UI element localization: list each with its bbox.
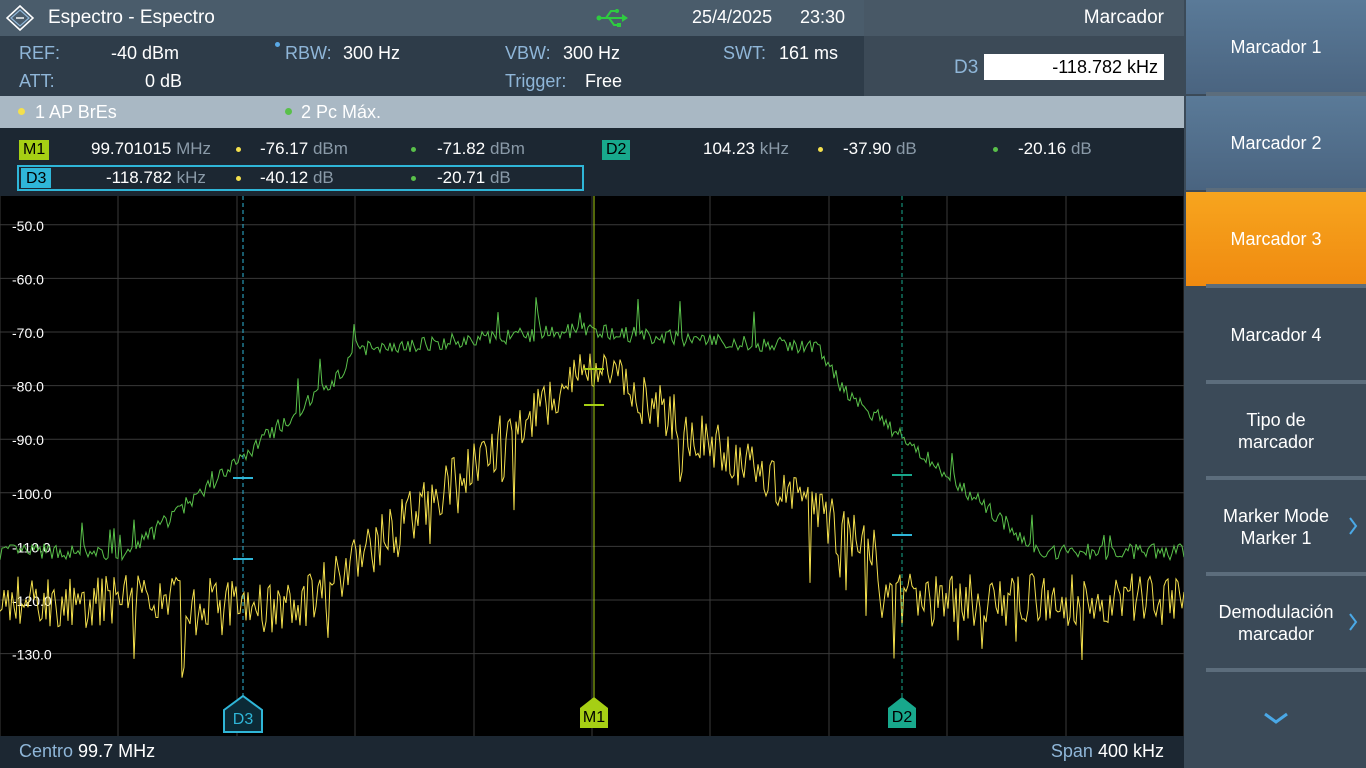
vbw-label: VBW: <box>505 43 551 63</box>
menu-title: Marcador <box>864 0 1184 36</box>
y-tick-label: -60.0 <box>12 271 44 287</box>
d2-marker-tag[interactable]: D2 <box>888 697 916 728</box>
m1-marker-tag[interactable]: M1 <box>580 697 608 728</box>
softkey-label: Tipo de marcador <box>1237 410 1315 452</box>
y-axis-ticks: -50.0-60.0-70.0-80.0-90.0-100.0-110.0-12… <box>12 218 52 663</box>
d2-trace1-dot <box>818 147 823 152</box>
trigger-value[interactable]: Free <box>585 71 622 92</box>
softkey-label: Marcador 1 <box>1230 37 1322 57</box>
rbw-coupled-indicator <box>275 42 280 47</box>
softkey-marker-mode[interactable]: Marker Mode Marker 1 <box>1186 480 1366 576</box>
m1-trace1-dot <box>236 147 241 152</box>
d2-freq: 104.23 kHz <box>703 139 790 158</box>
y-tick-label: -90.0 <box>12 432 44 448</box>
d2-tag-label: D2 <box>892 709 913 726</box>
trace-bar[interactable]: 1 AP BrEs 2 Pc Máx. <box>0 96 1184 128</box>
d2-trace1-value: -37.90 dB <box>843 139 917 158</box>
m1-badge[interactable]: M1 <box>19 140 50 160</box>
d3-trace2-dot <box>411 176 416 181</box>
date-display: 25/4/2025 <box>692 7 773 27</box>
softkey-label: Marcador 4 <box>1230 325 1322 345</box>
att-value[interactable]: 0 dB <box>145 71 182 92</box>
spectrum-plot[interactable]: -50.0 -60.0 -70.0 -80.0 -90.0 -100.0 -110.0 -12… <box>0 196 1184 736</box>
span-value[interactable]: Span 400 kHz <box>1051 741 1164 762</box>
d2-badge[interactable]: D2 <box>602 140 631 160</box>
center-frequency[interactable]: Centro 99.7 MHz <box>19 741 155 762</box>
d2-trace2-dot <box>993 147 998 152</box>
y-tick-label: -80.0 <box>12 379 44 395</box>
trace1-label[interactable]: 1 AP BrEs <box>35 102 117 123</box>
swt-label: SWT: <box>723 43 766 63</box>
ref-value[interactable]: -40 dBm <box>111 43 179 64</box>
trace2-label[interactable]: 2 Pc Máx. <box>301 102 381 123</box>
m1-trace2-dot <box>411 147 416 152</box>
att-label: ATT: <box>19 71 55 91</box>
rbw-label: RBW: <box>285 43 332 63</box>
delta-entry-panel: D3 -118.782 kHz <box>864 36 1184 96</box>
y-tick-label: -120.0 <box>12 593 52 609</box>
app-title: Espectro - Espectro <box>48 7 215 28</box>
softkey-label: Marker Mode Marker 1 <box>1222 506 1330 548</box>
y-tick-label: -100.0 <box>12 486 52 502</box>
softkey-label: Marcador 3 <box>1230 229 1322 249</box>
ref-label: REF: <box>19 43 61 63</box>
rbw-value[interactable]: 300 Hz <box>343 43 400 64</box>
title-bar: Espectro - Espectro 25/4/2025 23:30 Marc… <box>0 0 1184 36</box>
softkey-label: Marcador 2 <box>1230 133 1322 153</box>
y-tick-label: -50.0 <box>12 218 44 234</box>
m1-trace2-value: -71.82 dBm <box>437 139 525 158</box>
swt-value[interactable]: 161 ms <box>779 43 838 64</box>
m1-freq: 99.701015 MHz <box>91 139 212 158</box>
softkey-tipo-marcador[interactable]: Tipo de marcador <box>1186 384 1366 480</box>
trace2-color-dot <box>285 108 292 115</box>
chevron-right-icon <box>1349 517 1358 535</box>
bottom-bar: Centro 99.7 MHz Span 400 kHz <box>0 736 1184 768</box>
d3-freq: -118.782 kHz <box>106 168 206 187</box>
softkey-demodulacion-marcador[interactable]: Demodulación marcador <box>1186 576 1366 672</box>
softkey-marcador-3[interactable]: Marcador 3 <box>1186 192 1366 288</box>
settings-panel[interactable]: REF: -40 dBm ATT: 0 dB RBW: 300 Hz VBW: … <box>0 36 864 96</box>
softkey-panel: Marcador 1 Marcador 2 Marcador 3 Marcado… <box>1184 0 1366 768</box>
app-logo-icon <box>6 5 34 31</box>
trace1-color-dot <box>18 108 25 115</box>
y-tick-label: -70.0 <box>12 325 44 341</box>
softkey-marcador-4[interactable]: Marcador 4 <box>1186 288 1366 384</box>
delta-input-label: D3 <box>954 57 979 78</box>
menu-title-label: Marcador <box>1083 7 1164 28</box>
marker-table: M1 99.701015 MHz -76.17 dBm -71.82 dBm D… <box>0 128 1184 196</box>
m1-tag-label: M1 <box>583 709 605 726</box>
d3-marker-tag[interactable]: D3 <box>223 694 263 733</box>
d2-trace2-value: -20.16 dB <box>1018 139 1092 158</box>
softkey-marcador-2[interactable]: Marcador 2 <box>1186 96 1366 192</box>
plot-grid <box>0 196 1184 736</box>
delta-value-input[interactable]: -118.782 kHz <box>984 54 1164 80</box>
softkey-marcador-1[interactable]: Marcador 1 <box>1186 0 1366 96</box>
d3-trace2-value: -20.71 dB <box>437 168 511 187</box>
softkey-label: Demodulación marcador <box>1218 602 1334 644</box>
d3-trace1-dot <box>236 176 241 181</box>
usb-icon <box>596 9 628 27</box>
trigger-label: Trigger: <box>505 71 567 91</box>
time-display: 23:30 <box>800 7 846 27</box>
y-tick-label: -130.0 <box>12 647 52 663</box>
d3-trace1-value: -40.12 dB <box>260 168 334 187</box>
spectrum-display[interactable]: -50.0-60.0-70.0-80.0-90.0-100.0-110.0-12… <box>0 196 1184 736</box>
d3-tag-label: D3 <box>233 711 254 728</box>
chevron-right-icon <box>1349 613 1358 631</box>
chevron-down-icon[interactable] <box>1262 710 1290 726</box>
vbw-value[interactable]: 300 Hz <box>563 43 620 64</box>
m1-trace1-value: -76.17 dBm <box>260 139 348 158</box>
d3-badge[interactable]: D3 <box>21 168 52 188</box>
